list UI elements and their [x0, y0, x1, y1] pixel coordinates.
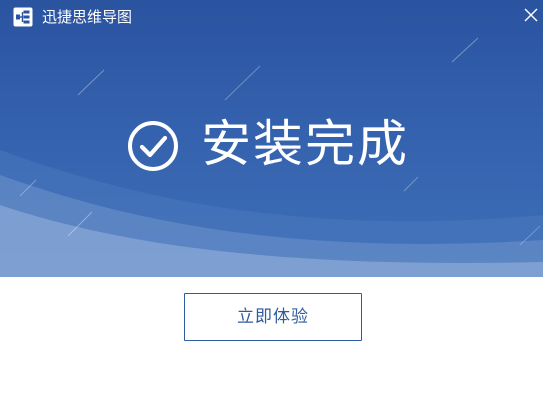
try-now-button[interactable]: 立即体验 [184, 293, 362, 341]
mindmap-logo-icon [13, 7, 33, 27]
close-button[interactable] [520, 4, 542, 26]
installer-window: 迅捷思维导图 安装完成 立即体验 [0, 0, 543, 404]
install-complete-message: 安装完成 [201, 115, 409, 173]
window-title: 迅捷思维导图 [42, 8, 133, 26]
close-icon [524, 8, 538, 22]
check-circle-icon [128, 121, 178, 171]
title-bar[interactable]: 迅捷思维导图 [0, 0, 543, 34]
header-banner: 迅捷思维导图 安装完成 [0, 0, 543, 277]
